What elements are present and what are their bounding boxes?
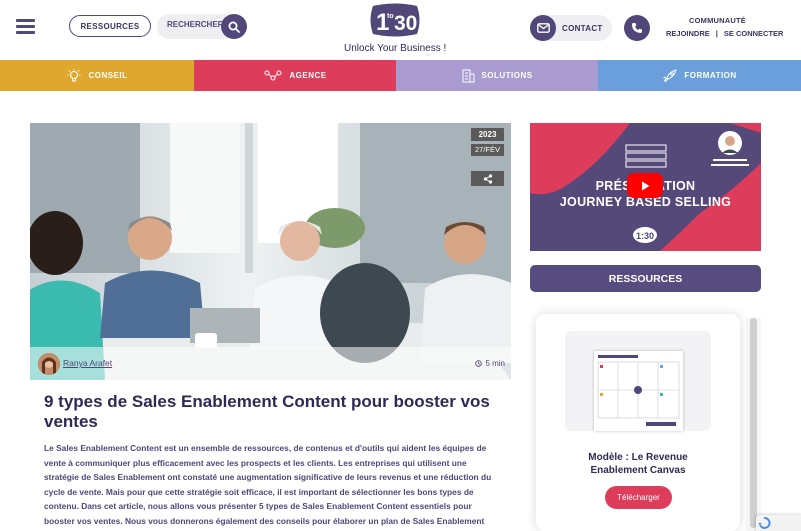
resource-thumbnail-frame <box>565 331 711 431</box>
resource-card[interactable]: Modèle : Le Revenue Enablement Canvas Té… <box>536 314 740 531</box>
site-header: RESSOURCES 1 to 30 Unlock Your Business … <box>0 0 801 60</box>
site-logo[interactable]: 1 to 30 Unlock Your Business ! <box>344 3 446 58</box>
join-link[interactable]: REJOINDRE <box>666 29 710 38</box>
login-link[interactable]: SE CONNECTER <box>724 29 784 38</box>
scrollbar-thumb[interactable] <box>750 318 757 528</box>
contact-button[interactable]: CONTACT <box>530 15 612 41</box>
article-date: 27/FÉV <box>471 144 504 156</box>
building-icon <box>461 69 475 83</box>
ressources-button[interactable]: RESSOURCES <box>69 15 151 37</box>
tagline: Unlock Your Business ! <box>344 43 447 54</box>
phone-icon[interactable] <box>624 15 650 41</box>
nav-label-agence: AGENCE <box>289 71 327 80</box>
sidebar-ressources-button[interactable]: RESSOURCES <box>530 265 761 292</box>
read-time-value: 5 min <box>485 359 505 368</box>
main-nav: CONSEIL AGENCE SOLUTIONS FORMATION <box>0 60 801 91</box>
share-icon <box>483 173 492 184</box>
resource-title-line2: Enablement Canvas <box>590 465 686 476</box>
article-hero-image: 2023 27/FÉV Ranya Arafet 5 min <box>30 123 511 380</box>
resource-title-line1: Modèle : Le Revenue <box>588 452 688 463</box>
search-input[interactable] <box>167 20 223 29</box>
search-box <box>157 14 247 39</box>
article-year: 2023 <box>471 128 504 141</box>
read-time: 5 min <box>475 359 505 368</box>
hamburger-icon[interactable] <box>16 19 35 34</box>
author-bar: Ranya Arafet 5 min <box>30 347 511 380</box>
network-icon <box>263 69 283 83</box>
clock-icon <box>475 360 483 367</box>
nav-item-formation[interactable]: FORMATION <box>598 60 801 91</box>
nav-item-agence[interactable]: AGENCE <box>194 60 396 91</box>
avatar[interactable] <box>38 353 60 375</box>
search-button[interactable] <box>221 14 247 39</box>
nav-label-formation: FORMATION <box>684 71 737 80</box>
meeting-photo <box>30 123 511 380</box>
resource-thumbnail <box>594 351 683 431</box>
divider: | <box>715 29 718 38</box>
mail-icon <box>530 15 556 41</box>
nav-label-solutions: SOLUTIONS <box>481 71 533 80</box>
nav-item-conseil[interactable]: CONSEIL <box>0 60 194 91</box>
nav-label-conseil: CONSEIL <box>88 71 128 80</box>
article-title: 9 types de Sales Enablement Content pour… <box>44 392 490 431</box>
resource-title: Modèle : Le Revenue Enablement Canvas <box>536 451 740 477</box>
lightbulb-icon <box>66 68 82 83</box>
share-button[interactable] <box>471 171 504 186</box>
community-title: COMMUNAUTÉ <box>689 16 746 25</box>
play-button[interactable] <box>627 173 663 198</box>
logo-badge: 1 to 30 <box>370 3 420 37</box>
recaptcha-badge[interactable] <box>756 515 801 531</box>
author-name[interactable]: Ranya Arafet <box>63 358 112 368</box>
svg-text:1:30: 1:30 <box>636 231 654 241</box>
rocket-icon <box>662 68 678 83</box>
video-embed[interactable]: 1:30 PRÉSENTATION JOURNEY BASED SELLING <box>530 123 761 251</box>
sidebar-scrollbar[interactable] <box>746 318 761 531</box>
play-icon <box>642 181 650 190</box>
recaptcha-icon <box>758 517 771 529</box>
search-icon <box>228 21 240 33</box>
contact-label: CONTACT <box>562 24 603 33</box>
download-button[interactable]: Télécharger <box>605 486 672 509</box>
nav-item-solutions[interactable]: SOLUTIONS <box>396 60 598 91</box>
article-body: Le Sales Enablement Content est un ensem… <box>44 443 492 526</box>
svg-text:to: to <box>387 13 394 20</box>
svg-text:30: 30 <box>394 12 417 35</box>
